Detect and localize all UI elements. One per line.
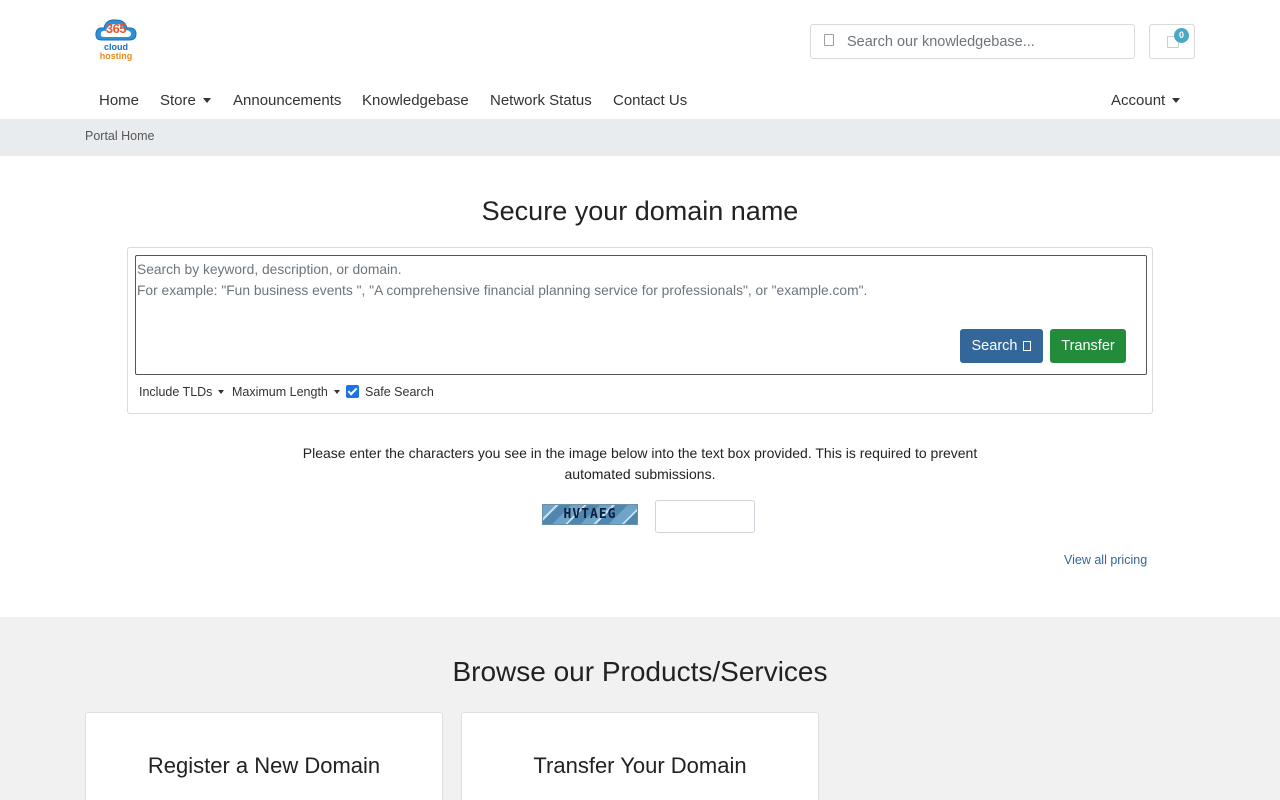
page-title: Secure your domain name xyxy=(481,196,799,226)
logo-wordmark: cloud hosting xyxy=(94,43,138,61)
nav-knowledgebase-label: Knowledgebase xyxy=(362,92,469,109)
nav-contact-us-label: Contact Us xyxy=(613,92,688,109)
transfer-domain-label: Transfer Your Domain xyxy=(533,753,747,778)
domain-search-input[interactable] xyxy=(137,259,937,319)
nav-announcements-label: Announcements xyxy=(233,92,342,109)
nav-account[interactable]: Account xyxy=(1111,82,1181,119)
search-button[interactable]: Search xyxy=(960,329,1043,363)
nav-store[interactable]: Store xyxy=(160,82,211,119)
breadcrumb-portal-home[interactable]: Portal Home xyxy=(85,119,154,154)
cart-button[interactable]: 0 xyxy=(1149,24,1195,59)
view-all-pricing-link[interactable]: View all pricing xyxy=(1064,553,1147,567)
main-navigation: Home Store Announcements Knowledgebase N… xyxy=(0,82,1280,119)
nav-store-label: Store xyxy=(160,92,196,109)
maximum-length-label: Maximum Length xyxy=(232,385,328,399)
knowledgebase-search-input[interactable] xyxy=(847,25,1133,58)
search-icon xyxy=(824,34,834,46)
transfer-button[interactable]: Transfer xyxy=(1050,329,1126,363)
nav-knowledgebase[interactable]: Knowledgebase xyxy=(362,82,469,119)
products-title: Browse our Products/Services xyxy=(452,656,828,687)
register-domain-label: Register a New Domain xyxy=(147,753,381,778)
domain-search-box: Search Transfer xyxy=(135,255,1147,375)
transfer-domain-card[interactable]: Transfer Your Domain xyxy=(461,712,819,800)
safe-search-label[interactable]: Safe Search xyxy=(365,383,434,401)
nav-account-label: Account xyxy=(1111,92,1166,109)
include-tlds-dropdown[interactable]: Include TLDs xyxy=(139,383,225,401)
knowledgebase-search xyxy=(810,24,1135,59)
logo-line-hosting: hosting xyxy=(99,51,133,61)
captcha-input[interactable] xyxy=(655,500,755,533)
captcha-image: HVTAEG xyxy=(542,504,638,525)
maximum-length-dropdown[interactable]: Maximum Length xyxy=(232,383,340,401)
chevron-down-icon xyxy=(218,390,225,394)
domain-search-card: Search Transfer Include TLDs Maximum Len… xyxy=(127,247,1153,414)
captcha-instructions: Please enter the characters you see in t… xyxy=(302,445,978,482)
include-tlds-label: Include TLDs xyxy=(139,385,213,399)
nav-network-status-label: Network Status xyxy=(490,92,592,109)
chevron-down-icon xyxy=(333,390,340,394)
nav-home-label: Home xyxy=(99,92,140,109)
chevron-down-icon xyxy=(202,98,211,103)
nav-network-status[interactable]: Network Status xyxy=(490,82,592,119)
logo-number: 365 xyxy=(105,21,127,36)
site-header: 365 cloud hosting 0 xyxy=(0,0,1280,80)
nav-announcements[interactable]: Announcements xyxy=(233,82,341,119)
search-button-label: Search xyxy=(971,338,1018,354)
products-section: Browse our Products/Services Register a … xyxy=(0,617,1280,800)
site-logo[interactable]: 365 cloud hosting xyxy=(94,15,138,65)
nav-contact-us[interactable]: Contact Us xyxy=(613,82,687,119)
breadcrumb: Portal Home xyxy=(0,119,1280,156)
arrow-right-icon xyxy=(1023,341,1032,351)
nav-home[interactable]: Home xyxy=(99,82,139,119)
chevron-down-icon xyxy=(1172,98,1181,103)
safe-search-checkbox[interactable] xyxy=(346,385,359,398)
cart-count-badge: 0 xyxy=(1174,28,1189,43)
register-domain-card[interactable]: Register a New Domain xyxy=(85,712,443,800)
